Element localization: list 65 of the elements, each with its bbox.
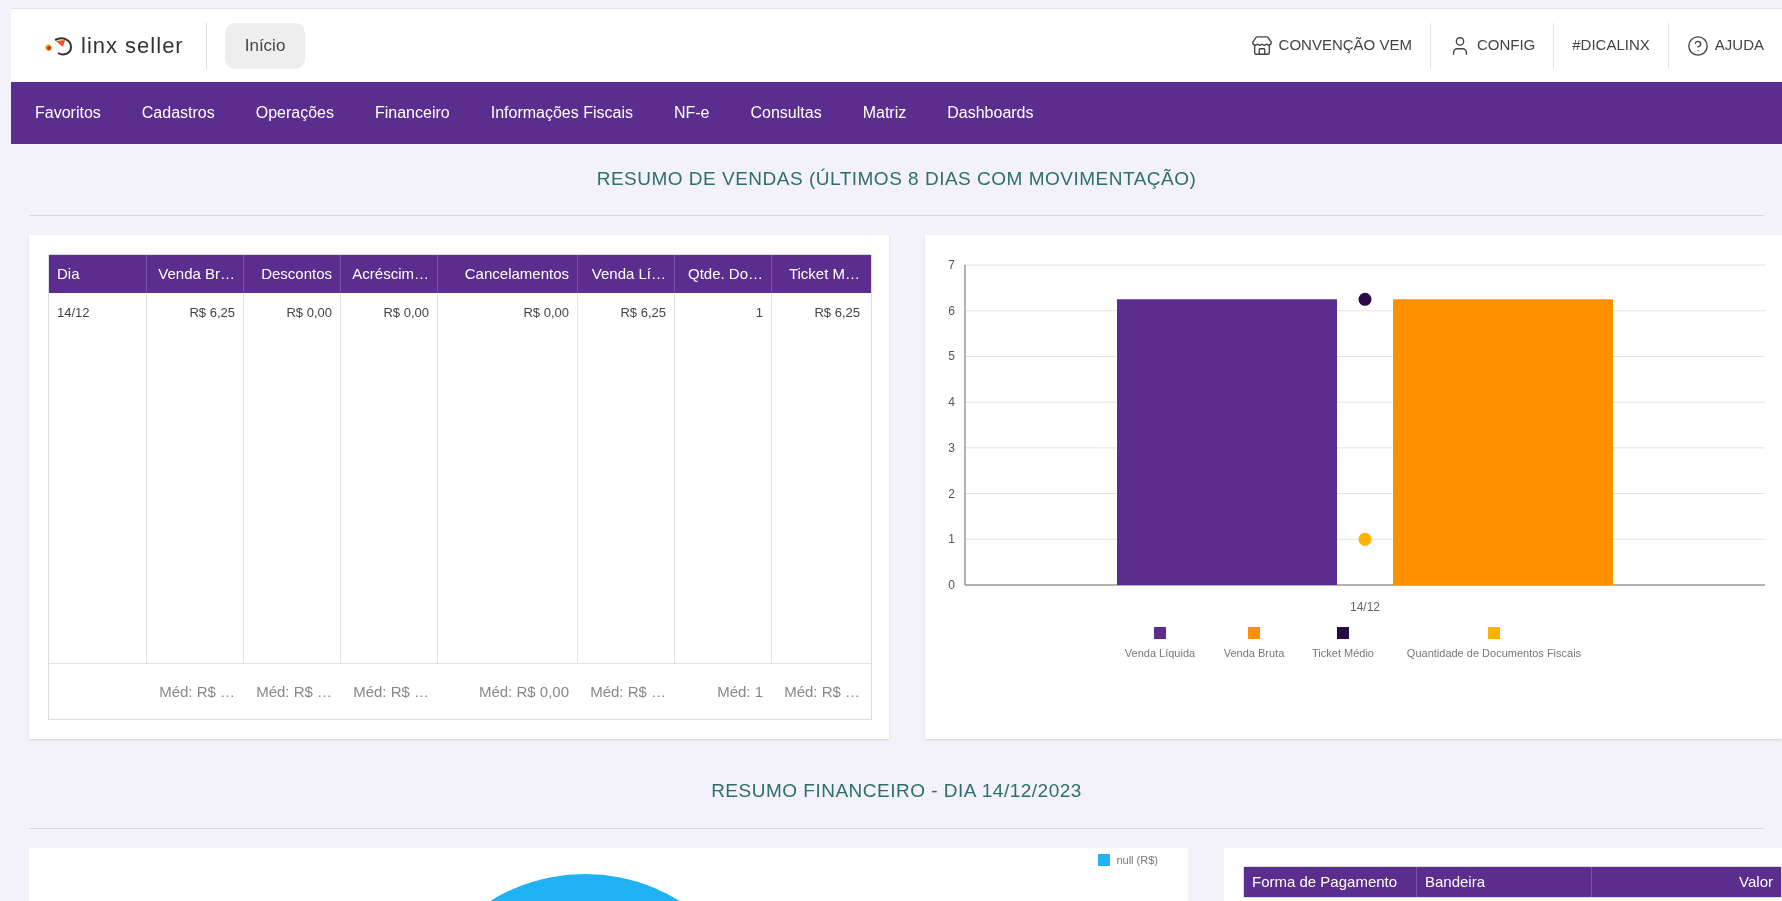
nav-menu-item[interactable]: Favoritos	[35, 101, 101, 125]
header-link[interactable]: AJUDA	[1667, 22, 1782, 69]
column-header[interactable]: Acréscim…	[340, 255, 437, 293]
nav-menu-item[interactable]: NF-e	[673, 101, 710, 125]
table-cell-text: R$ 6,25	[188, 304, 235, 322]
table-cell-text: R$ 0,00	[522, 304, 569, 322]
column-header[interactable]: Cancelamentos	[437, 255, 577, 293]
nav-menu-item[interactable]: Financeiro	[375, 101, 450, 125]
y-tick-label: 7	[948, 258, 955, 272]
y-tick-label: 0	[948, 578, 955, 592]
column-header[interactable]: Forma de Pagamento	[1244, 867, 1416, 897]
column-header[interactable]: Bandeira	[1416, 867, 1591, 897]
section-title: RESUMO DE VENDAS (ÚLTIMOS 8 DIAS COM MOVIMENTAÇÃO)	[596, 167, 1197, 192]
summary-cell: Méd: R$ 0,00	[478, 682, 569, 700]
logo-text: linx seller	[81, 32, 184, 60]
table-cell-text: R$ 0,00	[285, 304, 332, 322]
y-tick-label: 2	[948, 486, 955, 501]
legend-label: Venda Líquida	[1124, 647, 1197, 659]
y-tick-label: 5	[948, 349, 955, 364]
column-header[interactable]: Dia	[49, 255, 146, 293]
home-button[interactable]: Início	[224, 22, 306, 69]
y-tick-label: 1	[948, 532, 955, 547]
summary-cell: Méd: R$ …	[159, 682, 235, 700]
summary-cell: Méd: R$ …	[784, 682, 860, 700]
header-link[interactable]: CONVENÇÃO VEM	[1232, 22, 1430, 69]
nav-menu-item[interactable]: Matriz	[862, 101, 907, 125]
chart-point	[1358, 532, 1372, 546]
y-tick-label: 4	[948, 395, 955, 410]
nav-menu-item[interactable]: Consultas	[750, 101, 822, 125]
chart-point	[1358, 292, 1372, 306]
y-tick-label: 6	[948, 303, 955, 318]
y-tick-label: 3	[948, 440, 955, 455]
table-cell-text: R$ 0,00	[382, 304, 429, 322]
column-header[interactable]: Valor	[1591, 867, 1781, 897]
header-link[interactable]: CONFIG	[1429, 22, 1554, 69]
header-link[interactable]: #DICALINX	[1553, 22, 1668, 69]
column-header[interactable]: Qtde. Do…	[674, 255, 771, 293]
column-header[interactable]: Ticket M…	[771, 255, 868, 293]
legend-label: Venda Bruta	[1223, 647, 1286, 659]
summary-cell: Méd: R$ …	[590, 682, 666, 700]
legend-label: null (R$)	[1116, 853, 1158, 868]
column-header[interactable]: Descontos	[243, 255, 340, 293]
legend-item: Quantidade de Documentos Fiscais	[1406, 627, 1582, 659]
storefront-icon	[1250, 34, 1273, 57]
legend-item: Ticket Médio	[1312, 627, 1374, 659]
legend-label: Ticket Médio	[1312, 647, 1374, 659]
nav-menu-item[interactable]: Operações	[255, 101, 334, 125]
legend-item: Venda Líquida	[1124, 627, 1196, 659]
table-cell-text: 1	[754, 304, 763, 322]
table-cell-text: R$ 6,25	[619, 304, 666, 322]
table-cell-text: R$ 6,25	[813, 304, 860, 322]
nav-menu-item[interactable]: Cadastros	[141, 101, 215, 125]
table-cell-text: 14/12	[57, 304, 91, 322]
legend-label: Quantidade de Documentos Fiscais	[1406, 647, 1582, 659]
column-header[interactable]: Venda Br…	[146, 255, 243, 293]
help-icon	[1686, 34, 1709, 57]
legend-item: Venda Bruta	[1223, 627, 1285, 659]
section-title: RESUMO FINANCEIRO - DIA 14/12/2023	[711, 779, 1082, 804]
summary-cell: Méd: 1	[717, 682, 763, 700]
summary-cell: Méd: R$ …	[353, 682, 429, 700]
nav-menu-item[interactable]: Informações Fiscais	[490, 101, 633, 125]
column-header[interactable]: Venda Lí…	[577, 255, 674, 293]
x-category-label: 14/12	[1350, 600, 1380, 614]
summary-cell: Méd: R$ …	[256, 682, 332, 700]
nav-menu-item[interactable]: Dashboards	[947, 101, 1034, 125]
